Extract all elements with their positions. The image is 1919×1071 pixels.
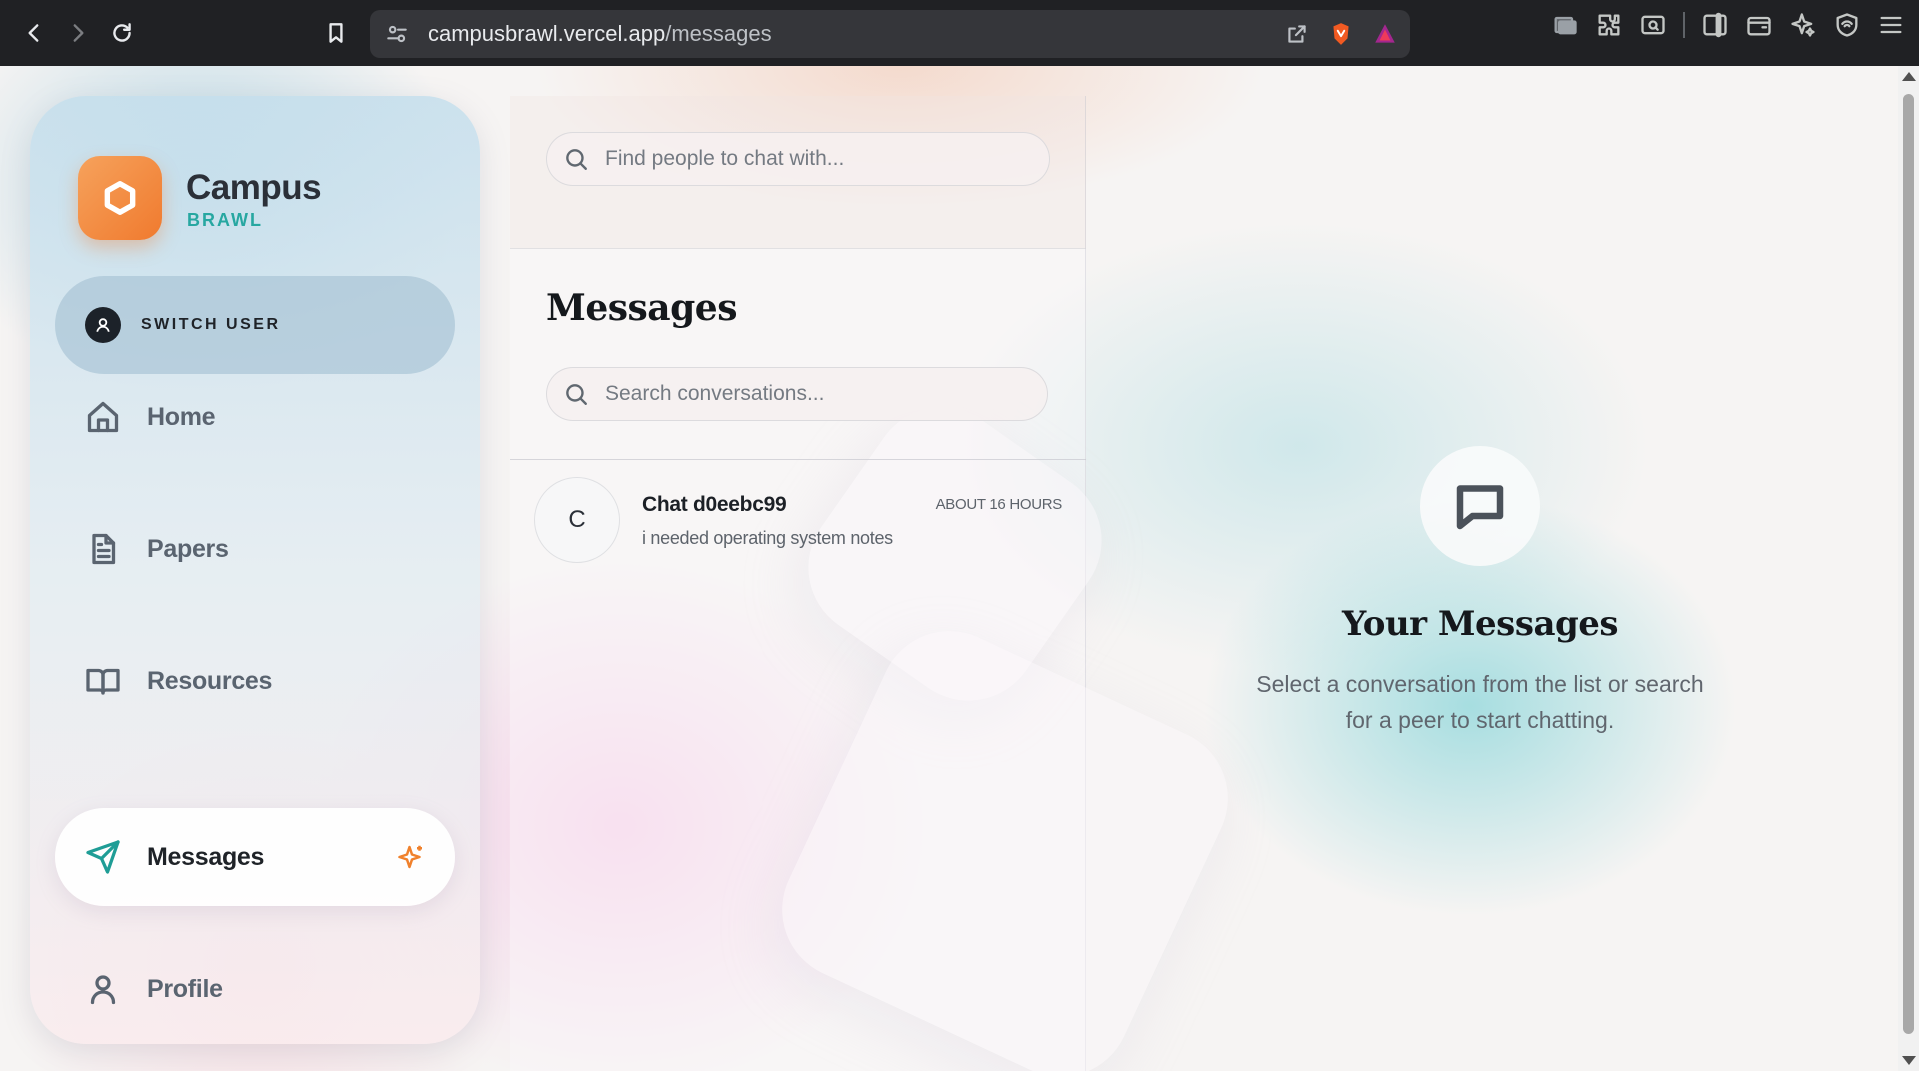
sparkle-icon — [398, 845, 422, 869]
hexagon-icon — [104, 181, 136, 215]
user-icon — [96, 318, 110, 332]
search-icon — [566, 149, 587, 170]
empty-state-title: Your Messages — [1341, 604, 1619, 644]
brave-shield-icon[interactable] — [1328, 21, 1354, 47]
brand-subtitle: BRAWL — [187, 210, 263, 230]
leo-ai-icon[interactable] — [1789, 11, 1817, 39]
address-bar[interactable]: campusbrawl.vercel.app/messages — [370, 10, 1410, 58]
browser-toolbar: campusbrawl.vercel.app/messages — [0, 0, 1919, 66]
people-search-bar — [510, 96, 1086, 248]
divider — [510, 459, 1086, 460]
scrollbar-thumb[interactable] — [1903, 94, 1914, 1034]
decorative-shape — [759, 608, 1251, 1071]
site-settings-icon — [387, 25, 407, 43]
vpn-icon[interactable] — [1833, 11, 1861, 39]
empty-state: Your Messages Select a conversation from… — [1190, 446, 1770, 738]
empty-state-icon-circle — [1420, 446, 1540, 566]
forward-icon — [73, 24, 84, 42]
url-text: campusbrawl.vercel.app/messages — [428, 21, 772, 46]
switch-user-button[interactable]: SWITCH USER — [55, 276, 455, 374]
chat-bubble-icon — [1456, 485, 1504, 530]
sidebar-item-home[interactable]: Home — [55, 368, 455, 466]
sidebar-item-label: Profile — [147, 974, 223, 1003]
conversation-search-input[interactable] — [605, 382, 985, 406]
wallet-icon[interactable] — [1745, 11, 1773, 39]
sidebar-item-label: Home — [147, 402, 216, 431]
messages-title: Messages — [546, 287, 737, 329]
sidebar-toggle-icon[interactable] — [1701, 11, 1729, 39]
search-page-icon[interactable] — [1639, 11, 1667, 39]
sidebar-item-label: Messages — [147, 842, 265, 871]
people-search-input[interactable] — [605, 147, 985, 171]
sidebar-item-messages[interactable]: Messages — [55, 808, 455, 906]
sidebar-item-resources[interactable]: Resources — [55, 632, 455, 730]
conversation-name: Chat d0eebc99 — [642, 493, 787, 516]
reload-button[interactable] — [100, 11, 144, 55]
sidebar-item-label: Papers — [147, 534, 229, 563]
page-viewport: Campus BRAWL SWITCH USER Home Papers Res… — [0, 66, 1898, 1071]
brand-title: Campus — [186, 168, 322, 207]
tabs-icon[interactable] — [1551, 11, 1579, 39]
menu-icon[interactable] — [1877, 11, 1905, 39]
forward-button[interactable] — [56, 11, 100, 55]
scroll-down-arrow[interactable] — [1902, 1056, 1916, 1065]
empty-state-description: Select a conversation from the list or s… — [1256, 671, 1704, 733]
user-avatar — [85, 307, 121, 343]
conversation-time: ABOUT 16 HOURS — [935, 496, 1063, 513]
sidebar: Campus BRAWL SWITCH USER Home Papers Res… — [30, 96, 480, 1044]
back-button[interactable] — [12, 11, 56, 55]
home-icon — [87, 401, 119, 433]
avatar: C — [534, 477, 620, 563]
toolbar-divider — [1683, 12, 1685, 38]
conversation-column: Messages C Chat d0eebc99 ABOUT 16 HOURS … — [510, 96, 1251, 1071]
reload-icon — [113, 23, 131, 42]
conversation-search[interactable] — [546, 367, 1048, 421]
rewards-icon[interactable] — [1372, 21, 1398, 47]
page-scrollbar[interactable] — [1898, 66, 1919, 1071]
extensions-icon[interactable] — [1595, 11, 1623, 39]
switch-user-label: SWITCH USER — [141, 316, 281, 333]
sidebar-item-label: Resources — [147, 666, 273, 695]
back-icon — [28, 24, 39, 42]
document-icon — [92, 533, 116, 565]
user-icon — [90, 975, 116, 1005]
conversation-preview: i needed operating system notes — [642, 528, 893, 548]
conversation-item[interactable]: C Chat d0eebc99 ABOUT 16 HOURS i needed … — [510, 477, 1086, 567]
messages-panel: Messages C Chat d0eebc99 ABOUT 16 HOURS … — [510, 248, 1251, 1071]
app-logo[interactable] — [78, 156, 162, 240]
book-icon — [86, 668, 120, 695]
search-icon — [566, 384, 587, 405]
scroll-up-arrow[interactable] — [1902, 72, 1916, 81]
people-search[interactable] — [546, 132, 1050, 186]
bookmark-button[interactable] — [314, 11, 358, 55]
share-icon[interactable] — [1284, 21, 1310, 47]
sidebar-item-profile[interactable]: Profile — [55, 940, 455, 1038]
bookmark-icon — [329, 23, 343, 43]
send-icon — [86, 840, 120, 874]
sidebar-item-papers[interactable]: Papers — [55, 500, 455, 598]
